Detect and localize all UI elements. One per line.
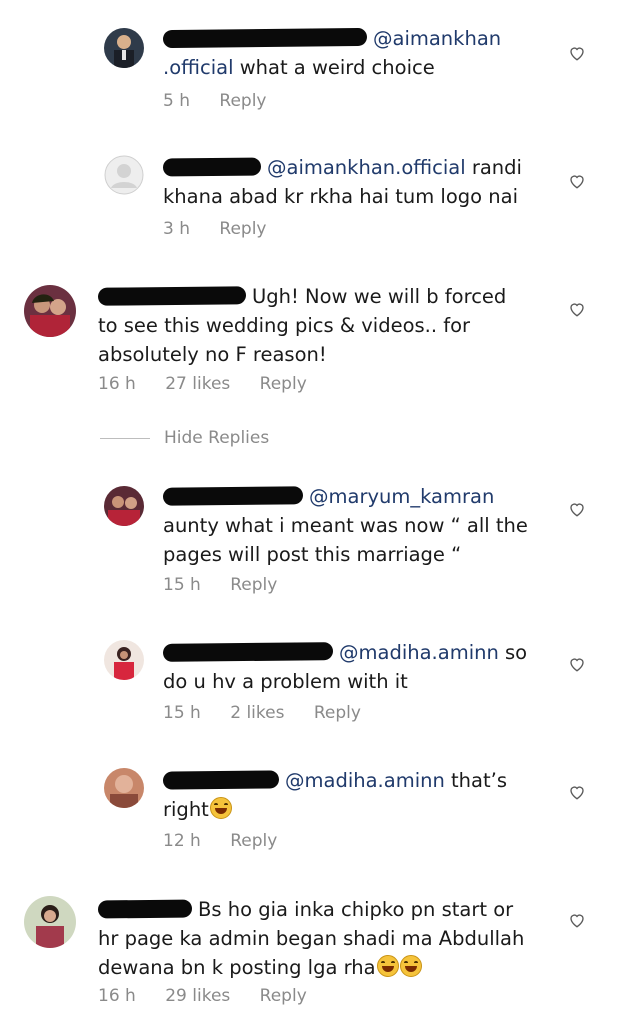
heart-icon[interactable] (568, 911, 586, 929)
comment-body-line2: hr page ka admin began shadi ma Abdullah (98, 927, 525, 950)
reply-button[interactable]: Reply (260, 986, 307, 1006)
redacted-username (162, 770, 280, 790)
likes-count[interactable]: 2 likes (230, 703, 284, 723)
reply-button[interactable]: Reply (230, 831, 277, 851)
avatar[interactable] (24, 285, 76, 337)
heart-icon[interactable] (568, 172, 586, 190)
likes-count[interactable]: 27 likes (165, 374, 230, 394)
heart-icon[interactable] (568, 44, 586, 62)
comment-text: @aimankhan .official what a weird choice (162, 24, 501, 82)
hide-replies-label: Hide Replies (164, 428, 270, 448)
timestamp: 16 h (98, 986, 136, 1006)
reply-button[interactable]: Reply (314, 703, 361, 723)
redacted-username (162, 27, 368, 49)
comment-text: @madiha.aminn so do u hv a problem with … (162, 638, 528, 696)
comment-body: what a weird choice (233, 56, 435, 79)
comment-meta: 3 h Reply (163, 219, 291, 239)
hide-replies-button[interactable]: Hide Replies (100, 428, 269, 448)
likes-count[interactable]: 29 likes (165, 986, 230, 1006)
divider (100, 437, 150, 439)
avatar[interactable] (104, 640, 144, 680)
timestamp: 15 h (163, 575, 201, 595)
comment-text: @maryum_kamran aunty what i meant was no… (162, 482, 528, 569)
reply-button[interactable]: Reply (219, 219, 266, 239)
timestamp: 5 h (163, 91, 190, 111)
grinning-sweat-emoji-icon (209, 797, 232, 819)
heart-icon[interactable] (568, 500, 586, 518)
comment-body-line3: absolutely no F reason! (98, 343, 327, 366)
avatar-placeholder[interactable] (104, 155, 144, 195)
reply-button[interactable]: Reply (219, 91, 266, 111)
heart-icon[interactable] (568, 783, 586, 801)
comment-body-line2: to see this wedding pics & videos.. for (98, 314, 471, 337)
reply-button[interactable]: Reply (230, 575, 277, 595)
avatar[interactable] (104, 28, 144, 68)
redacted-username (97, 899, 193, 919)
comment-body: randi (465, 156, 522, 179)
avatar[interactable] (24, 896, 76, 948)
mention-link-cont[interactable]: .official (163, 56, 234, 79)
comment-text: Ugh! Now we will b forced to see this we… (97, 282, 507, 369)
mention-link[interactable]: @maryum_kamran (309, 485, 494, 508)
avatar[interactable] (104, 768, 144, 808)
comment-body: Bs ho gia inka chipko pn start or (198, 898, 514, 921)
redacted-username (162, 157, 262, 177)
comment-meta: 5 h Reply (163, 91, 291, 111)
comment-body-line3: pages will post this marriage “ (163, 543, 462, 566)
timestamp: 12 h (163, 831, 201, 851)
mention-link[interactable]: @aimankhan (373, 27, 501, 50)
comment-body-cont: khana abad kr rkha hai tum logo nai (163, 185, 518, 208)
comment-body-cont: do u hv a problem with it (163, 670, 408, 693)
heart-icon[interactable] (568, 655, 586, 673)
comment-text: @madiha.aminn that’s right (162, 766, 507, 824)
comment-meta: 15 h 2 likes Reply (163, 703, 385, 723)
timestamp: 16 h (98, 374, 136, 394)
redacted-username (162, 486, 304, 506)
avatar[interactable] (104, 486, 144, 526)
reply-button[interactable]: Reply (260, 374, 307, 394)
grinning-sweat-emoji-icon (399, 955, 422, 977)
comment-body-cont: right (163, 798, 209, 821)
mention-link[interactable]: @madiha.aminn (285, 769, 445, 792)
comment-body: Ugh! Now we will b forced (252, 285, 507, 308)
comment-text: @aimankhan.official randi khana abad kr … (162, 153, 522, 211)
comment-body: that’s (444, 769, 507, 792)
comment-meta: 16 h 29 likes Reply (98, 986, 331, 1006)
heart-icon[interactable] (568, 300, 586, 318)
comment-text: Bs ho gia inka chipko pn start or hr pag… (97, 895, 525, 982)
timestamp: 3 h (163, 219, 190, 239)
comment-body: so (498, 641, 528, 664)
comment-meta: 12 h Reply (163, 831, 301, 851)
mention-link[interactable]: @madiha.aminn (339, 641, 499, 664)
redacted-username (97, 286, 247, 306)
comment-meta: 15 h Reply (163, 575, 301, 595)
timestamp: 15 h (163, 703, 201, 723)
redacted-username (162, 642, 334, 662)
grinning-sweat-emoji-icon (376, 955, 399, 977)
mention-link[interactable]: @aimankhan.official (267, 156, 466, 179)
comment-body-line3: dewana bn k posting lga rha (98, 956, 376, 979)
comment-body: aunty what i meant was now “ all the (163, 514, 528, 537)
comment-meta: 16 h 27 likes Reply (98, 374, 331, 394)
